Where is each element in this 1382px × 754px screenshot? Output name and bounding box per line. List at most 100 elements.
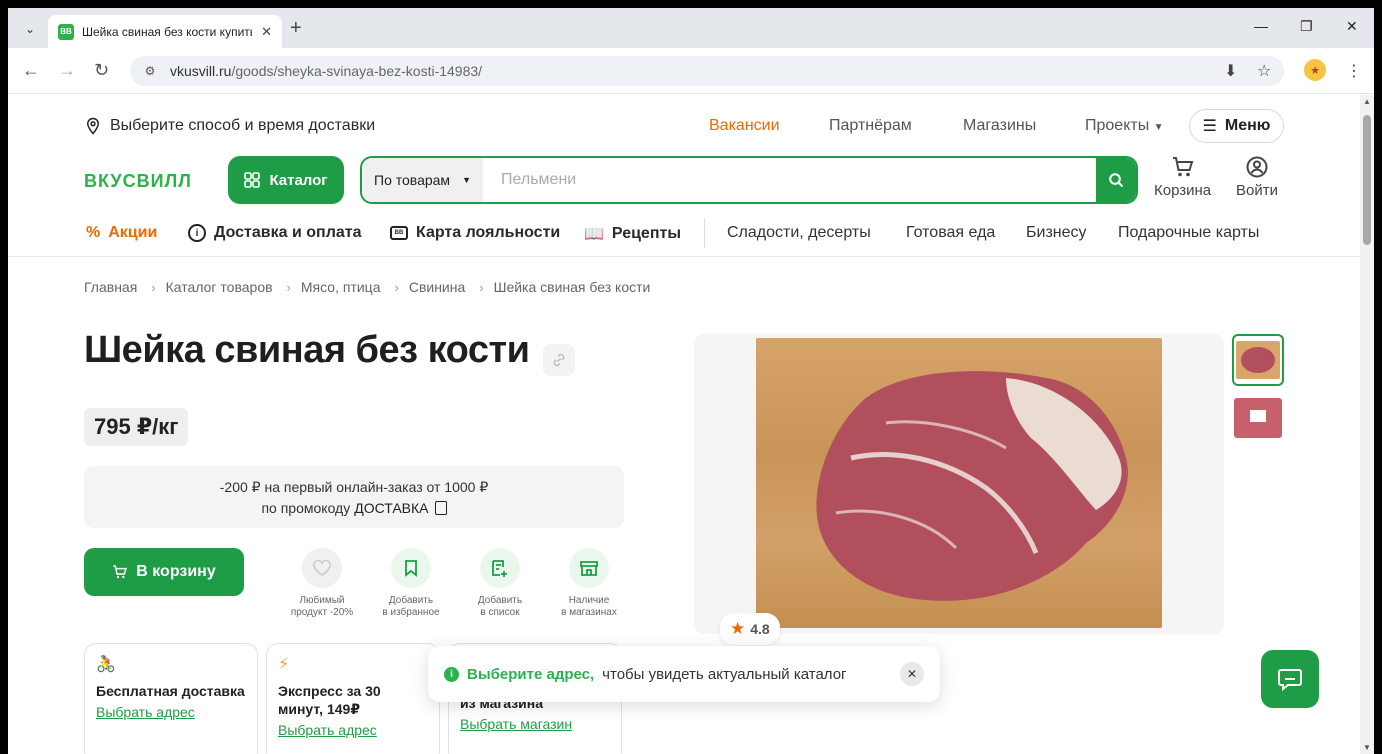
loyalty-card-label: Карта лояльности <box>416 224 561 241</box>
add-to-favorites-button[interactable]: Добавить в избранное <box>371 548 451 619</box>
cart-label: Корзина <box>1154 182 1212 199</box>
cutting-board-image <box>756 338 1162 628</box>
chevron-right-icon: › <box>479 279 484 295</box>
percent-icon: % <box>86 224 101 241</box>
heart-icon <box>313 559 331 576</box>
search-input[interactable] <box>483 158 1096 202</box>
partners-link[interactable]: Партнёрам <box>829 117 912 135</box>
recipes-label: Рецепты <box>611 225 681 242</box>
caret-down-icon: ▼ <box>1153 122 1164 133</box>
close-icon[interactable]: ✕ <box>900 662 924 686</box>
thumbnail-meat[interactable] <box>1232 334 1284 386</box>
copy-icon[interactable] <box>434 500 447 515</box>
action-label: Наличие <box>568 595 610 606</box>
search-scope-select[interactable]: По товарам ▼ <box>362 158 483 202</box>
add-list-icon <box>492 560 507 577</box>
vacancies-link[interactable]: Вакансии <box>709 117 780 135</box>
extension-icon[interactable]: ★ <box>1304 59 1326 81</box>
forward-arrow-icon[interactable]: → <box>58 60 76 81</box>
browser-tab[interactable]: ВВ Шейка свиная без кости купить ✕ <box>48 15 282 48</box>
minimize-icon[interactable]: — <box>1254 18 1268 34</box>
projects-label: Проекты <box>1085 117 1150 134</box>
search-icon <box>1109 173 1124 188</box>
category-sweets-link[interactable]: Сладости, десерты <box>727 224 871 242</box>
book-icon: 📖 <box>584 226 604 243</box>
lightning-icon: ⚡ <box>278 656 290 673</box>
info-icon: i <box>444 666 459 682</box>
loyalty-card-link[interactable]: ВВ Карта лояльности <box>390 224 560 242</box>
add-to-cart-button[interactable]: В корзину <box>84 548 244 596</box>
promo-link[interactable]: % Акции <box>86 224 157 242</box>
address-toast: i Выберите адрес, чтобы увидеть актуальн… <box>428 646 940 702</box>
choose-address-link[interactable]: Выбрать адрес <box>278 722 377 738</box>
url-path: /goods/sheyka-svinaya-bez-kosti-14983/ <box>231 63 483 79</box>
breadcrumb-current: Шейка свиная без кости <box>493 279 651 295</box>
stores-link[interactable]: Магазины <box>963 117 1036 135</box>
catalog-button[interactable]: Каталог <box>228 156 344 204</box>
business-link[interactable]: Бизнесу <box>1026 224 1087 242</box>
tab-search-chevron-icon[interactable]: ⌄ <box>18 18 42 40</box>
action-label: в список <box>480 607 520 618</box>
scroll-up-icon[interactable]: ▲ <box>1363 97 1371 106</box>
search-button[interactable] <box>1096 158 1136 202</box>
delivery-choice-link[interactable]: Выберите способ и время доставки <box>84 109 375 143</box>
delivery-card-title: Бесплатная доставка <box>96 683 245 699</box>
free-delivery-card: 🚴 Бесплатная доставка Выбрать адрес <box>84 643 258 754</box>
copy-link-button[interactable] <box>543 344 575 376</box>
page-scrollbar[interactable]: ▲ ▼ <box>1360 95 1374 754</box>
action-label: в магазинах <box>561 607 617 618</box>
image-thumbnails <box>1232 334 1284 450</box>
store-icon <box>580 561 598 576</box>
site-settings-icon[interactable]: ⚙ <box>142 63 158 79</box>
projects-dropdown[interactable]: Проекты ▼ <box>1085 117 1164 135</box>
window-close-icon[interactable]: ✕ <box>1346 18 1358 35</box>
favorite-product-button[interactable]: Любимый продукт -20% <box>282 548 362 619</box>
chevron-right-icon: › <box>151 279 156 295</box>
chat-button[interactable] <box>1261 650 1319 708</box>
category-ready-food-link[interactable]: Готовая еда <box>906 224 995 242</box>
cart-icon <box>113 565 128 579</box>
breadcrumb-item[interactable]: Главная <box>84 279 137 295</box>
url-field[interactable]: ⚙ vkusvill.ru/goods/sheyka-svinaya-bez-k… <box>130 56 1284 86</box>
breadcrumb-item[interactable]: Мясо, птица <box>301 279 381 295</box>
loyalty-card-icon: ВВ <box>390 226 408 240</box>
chevron-right-icon: › <box>286 279 291 295</box>
product-image-main[interactable] <box>694 334 1224 634</box>
cart-link[interactable]: Корзина <box>1154 156 1211 199</box>
store-availability-button[interactable]: Наличие в магазинах <box>549 548 629 619</box>
page-content: Выберите способ и время доставки Ваканси… <box>8 95 1360 754</box>
tab-close-icon[interactable]: ✕ <box>261 24 272 40</box>
install-app-icon[interactable]: ⬇ <box>1224 61 1237 81</box>
scroll-thumb[interactable] <box>1363 115 1371 245</box>
breadcrumb-item[interactable]: Каталог товаров <box>166 279 273 295</box>
toast-strong-text[interactable]: Выберите адрес, <box>467 666 594 683</box>
delivery-choice-label: Выберите способ и время доставки <box>110 117 376 134</box>
recipes-link[interactable]: 📖 Рецепты <box>584 224 681 244</box>
toast-text: чтобы увидеть актуальный каталог <box>602 665 847 683</box>
bookmark-star-icon[interactable]: ☆ <box>1257 61 1271 81</box>
choose-store-link[interactable]: Выбрать магазин <box>460 716 572 732</box>
reload-icon[interactable]: ↻ <box>94 60 109 81</box>
new-tab-icon[interactable]: + <box>290 17 302 40</box>
back-arrow-icon[interactable]: ← <box>22 60 40 81</box>
gift-cards-link[interactable]: Подарочные карты <box>1118 224 1259 242</box>
scroll-down-icon[interactable]: ▼ <box>1363 743 1371 752</box>
browser-menu-icon[interactable]: ⋮ <box>1346 61 1362 81</box>
restore-icon[interactable]: ❐ <box>1300 18 1313 35</box>
delivery-payment-link[interactable]: i Доставка и оплата <box>188 224 362 242</box>
star-icon: ★ <box>730 619 746 638</box>
search-scope-label: По товарам <box>374 172 451 188</box>
add-to-list-button[interactable]: Добавить в список <box>460 548 540 619</box>
choose-address-link[interactable]: Выбрать адрес <box>96 704 195 720</box>
pork-neck-image <box>816 371 1128 601</box>
breadcrumb-item[interactable]: Свинина <box>409 279 465 295</box>
address-bar: ← → ↻ ⚙ vkusvill.ru/goods/sheyka-svinaya… <box>8 48 1374 94</box>
thumbnail-package[interactable] <box>1232 392 1284 444</box>
promo-code: ДОСТАВКА <box>354 499 429 516</box>
site-logo[interactable]: ВКУСВИЛЛ <box>84 171 192 192</box>
sub-nav: % Акции i Доставка и оплата ВВ Карта лоя… <box>8 218 1360 248</box>
promo-text: -200 ₽ на первый онлайн-заказ от 1000 ₽ <box>219 478 489 495</box>
tab-title: Шейка свиная без кости купить <box>82 24 252 39</box>
login-link[interactable]: Войти <box>1236 156 1278 199</box>
menu-button[interactable]: ☰ Меню <box>1189 109 1284 143</box>
